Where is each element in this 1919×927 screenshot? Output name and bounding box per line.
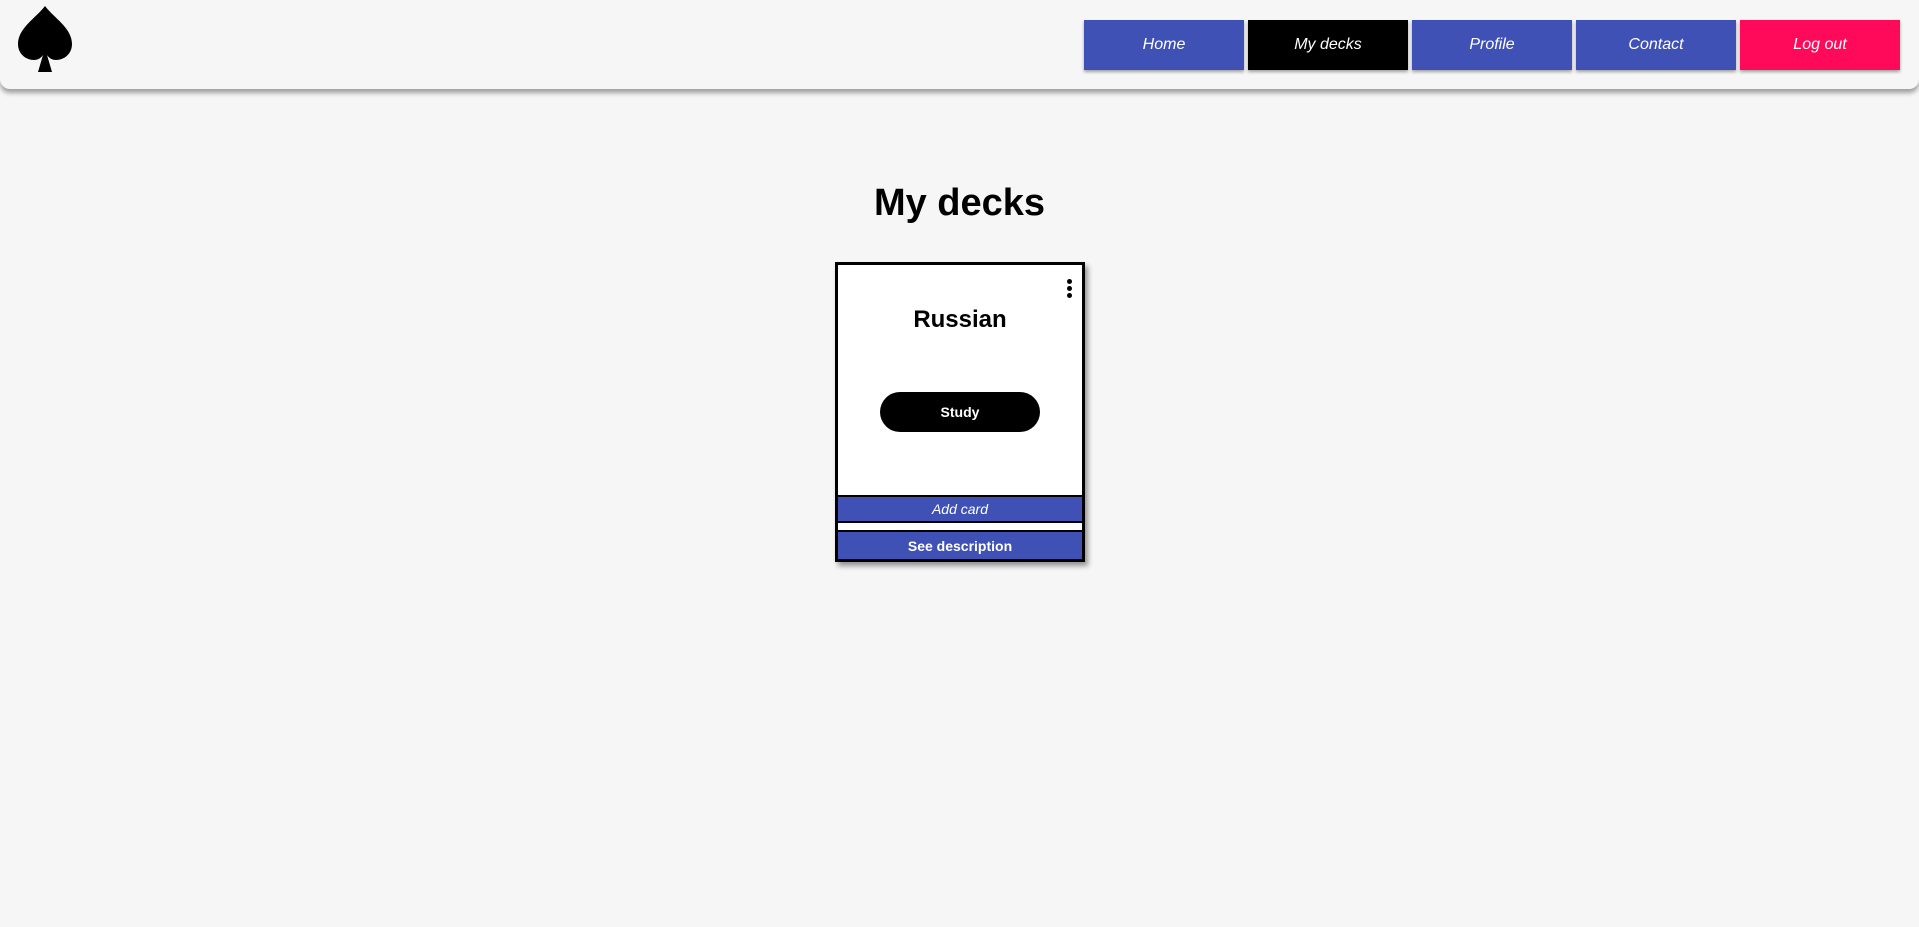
study-button[interactable]: Study: [880, 392, 1040, 432]
nav-contact-button[interactable]: Contact: [1576, 20, 1736, 70]
deck-title: Russian: [913, 306, 1007, 333]
nav-home-button[interactable]: Home: [1084, 20, 1244, 70]
page-title: My decks: [873, 182, 1046, 224]
add-card-button[interactable]: Add card: [838, 495, 1082, 523]
deck-card: Russian Study Add card See description: [835, 262, 1085, 562]
site-header: Home My decks Profile Contact Log out: [0, 0, 1919, 89]
more-vertical-icon[interactable]: [1064, 279, 1074, 303]
nav-profile-button[interactable]: Profile: [1412, 20, 1572, 70]
nav-my-decks-button[interactable]: My decks: [1248, 20, 1408, 70]
main-nav: Home My decks Profile Contact Log out: [1084, 20, 1900, 70]
see-description-button[interactable]: See description: [838, 530, 1082, 559]
spade-icon[interactable]: [16, 4, 74, 72]
log-out-button[interactable]: Log out: [1740, 20, 1900, 70]
